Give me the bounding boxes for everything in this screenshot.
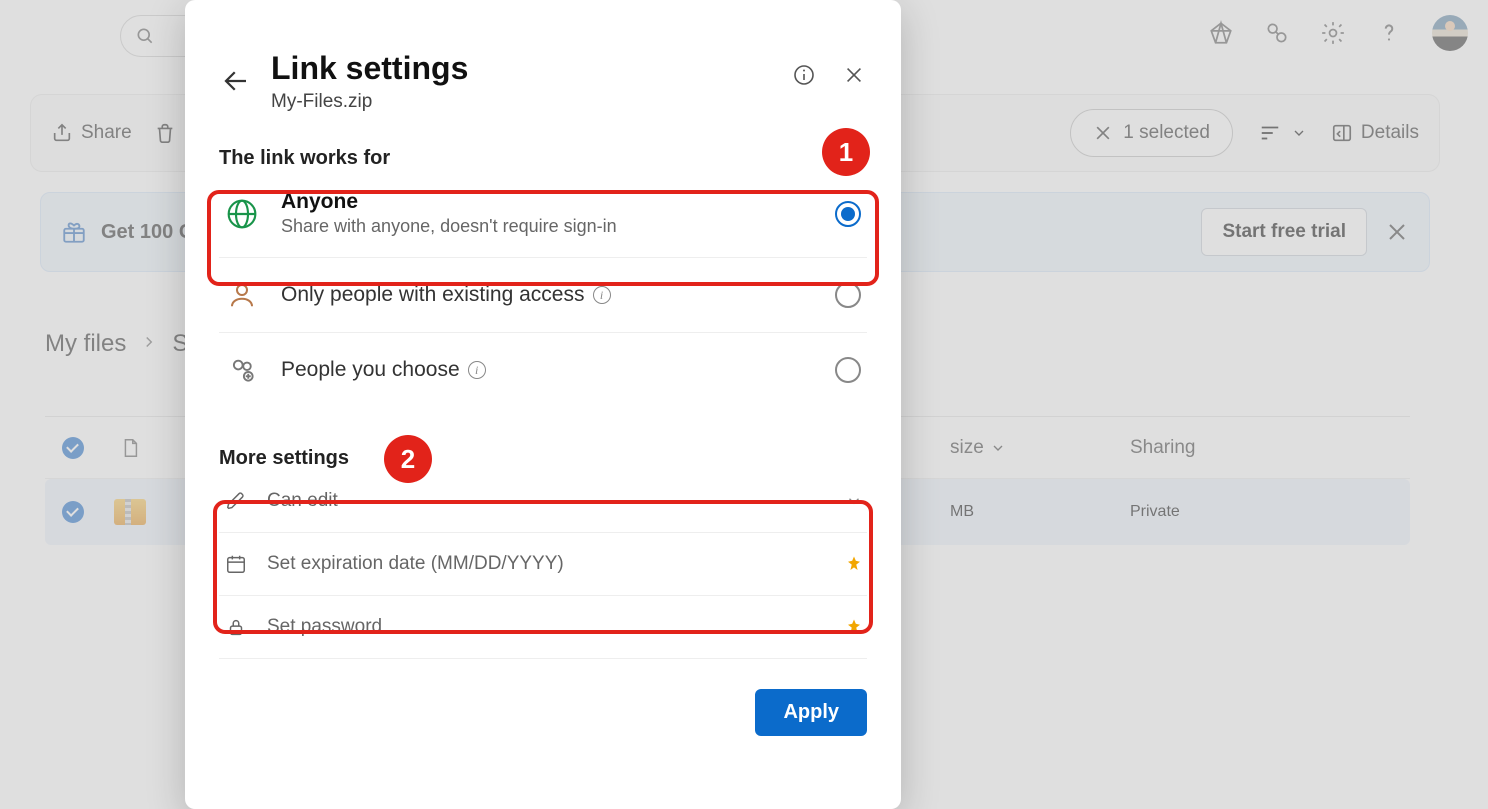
option-anyone[interactable]: Anyone Share with anyone, doesn't requir… [219,170,867,258]
option-anyone-title: Anyone [281,190,813,214]
premium-icon [845,555,863,573]
info-icon[interactable]: i [468,361,486,379]
arrow-left-icon [221,66,251,96]
people-add-icon [225,353,259,387]
chevron-down-icon [845,492,863,510]
lock-icon [223,614,249,640]
globe-icon [225,197,259,231]
pencil-icon [223,488,249,514]
calendar-icon [223,551,249,577]
option-people-choose[interactable]: People you choose i [219,333,867,407]
radio-anyone[interactable] [835,201,861,227]
apply-button[interactable]: Apply [755,689,867,736]
password-placeholder: Set password [267,616,382,638]
callout-2: 2 [384,435,432,483]
expiration-placeholder: Set expiration date (MM/DD/YYYY) [267,553,564,575]
premium-icon [845,618,863,636]
radio-existing[interactable] [835,282,861,308]
password-field[interactable]: Set password [219,596,867,659]
close-modal-button[interactable] [841,62,867,88]
page-root: Share 1 selected Details Get 100 GB [0,0,1488,809]
option-choose-title: People you choose [281,358,460,382]
expiration-date-field[interactable]: Set expiration date (MM/DD/YYYY) [219,533,867,596]
close-icon [843,64,865,86]
modal-title: Link settings [271,50,468,87]
more-settings-label: More settings [219,447,867,470]
link-works-for-label: The link works for [219,147,867,170]
info-button[interactable] [791,62,817,88]
link-settings-modal: Link settings My-Files.zip The link work… [185,0,901,809]
person-icon [225,278,259,312]
permission-dropdown[interactable]: Can edit [219,470,867,533]
back-button[interactable] [219,64,253,98]
option-existing-access[interactable]: Only people with existing access i [219,258,867,333]
info-icon[interactable]: i [593,286,611,304]
permission-value: Can edit [267,490,338,512]
info-icon [792,63,816,87]
option-existing-title: Only people with existing access [281,283,585,307]
radio-choose[interactable] [835,357,861,383]
option-anyone-desc: Share with anyone, doesn't require sign-… [281,216,813,237]
callout-1: 1 [822,128,870,176]
modal-filename: My-Files.zip [271,91,468,113]
